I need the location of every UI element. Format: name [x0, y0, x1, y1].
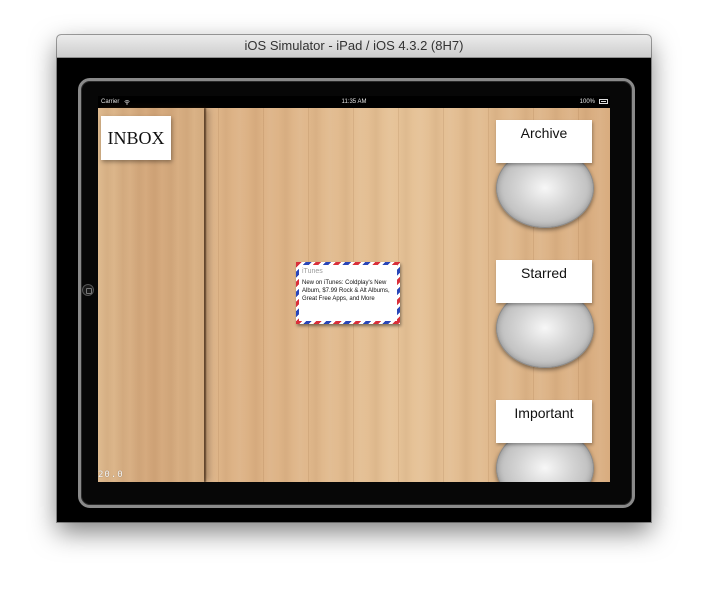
version-label: 20.0: [98, 470, 124, 480]
window-title: iOS Simulator - iPad / iOS 4.3.2 (8H7): [57, 35, 651, 58]
inbox-label[interactable]: INBOX: [101, 116, 171, 160]
wood-desk: INBOX 20.0 iTunes New on iTunes: Coldpla…: [98, 108, 610, 482]
status-bar: Carrier 11:35 AM 100%: [98, 96, 610, 108]
email-subject: New on iTunes: Coldplay's New Album, $7.…: [302, 280, 390, 302]
important-label: Important: [496, 400, 592, 443]
important-bin[interactable]: Important: [496, 394, 594, 482]
inbox-sidebar: INBOX 20.0: [98, 108, 204, 482]
battery-percent: 100%: [579, 99, 595, 105]
ipad-screen: Carrier 11:35 AM 100% INBOX 20.0 iTunes …: [98, 96, 610, 482]
email-card-body: iTunes New on iTunes: Coldplay's New Alb…: [299, 265, 397, 321]
starred-label: Starred: [496, 260, 592, 303]
email-sender: iTunes: [302, 268, 323, 275]
email-card[interactable]: iTunes New on iTunes: Coldplay's New Alb…: [296, 262, 400, 324]
starred-bin[interactable]: Starred: [496, 254, 594, 368]
home-button[interactable]: [82, 284, 94, 296]
archive-bin[interactable]: Archive: [496, 114, 594, 228]
archive-label: Archive: [496, 120, 592, 163]
battery-icon: [599, 99, 608, 104]
status-clock: 11:35 AM: [341, 99, 367, 105]
